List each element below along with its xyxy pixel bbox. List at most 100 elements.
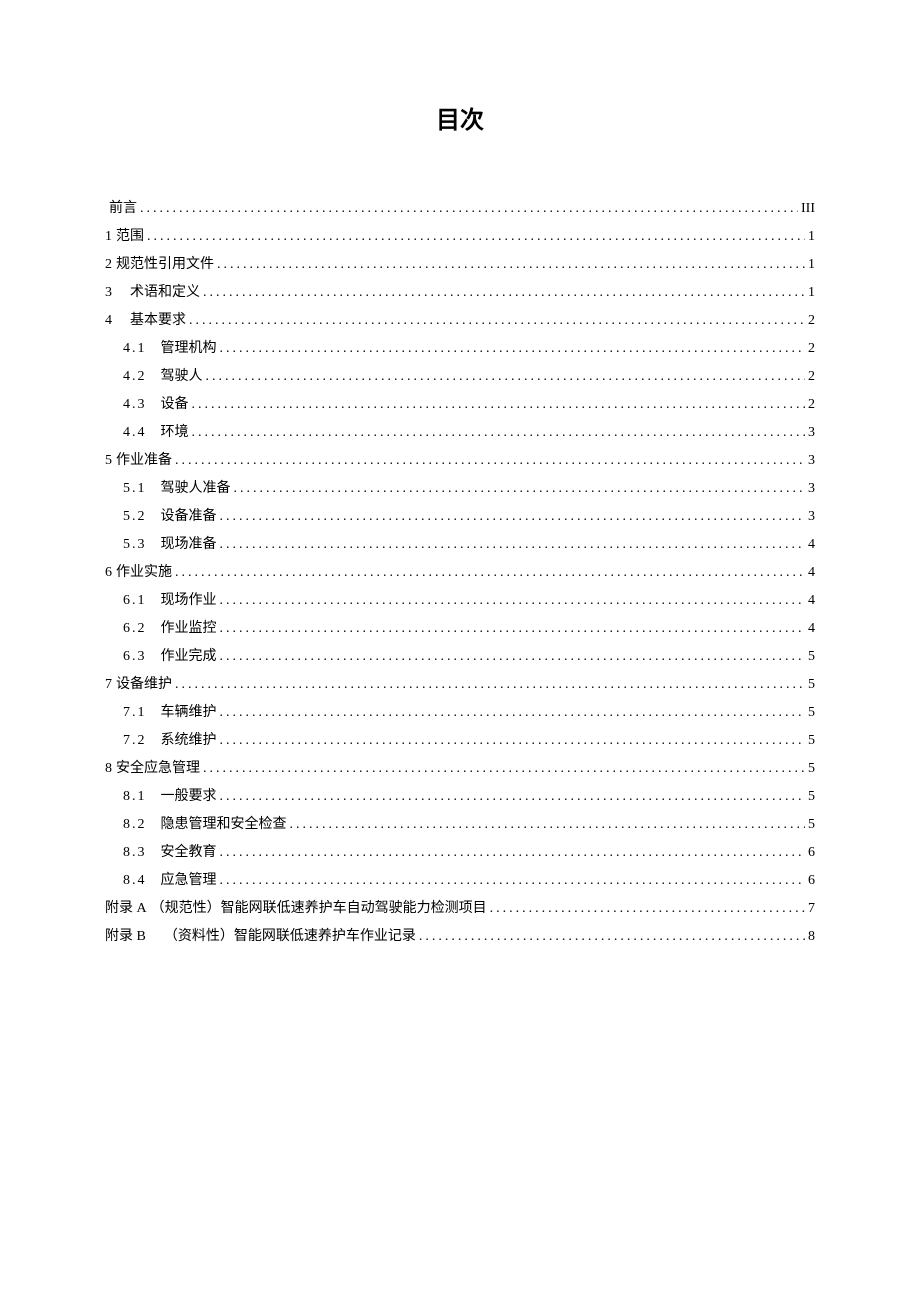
toc-entry-page: 5 — [808, 727, 815, 755]
toc-leader-dots — [220, 587, 806, 615]
toc-entry-number: 6.2 — [123, 615, 147, 643]
toc-entry-label: 作业准备 — [116, 447, 172, 475]
toc-leader-dots — [175, 671, 805, 699]
toc-entry-label: 安全教育 — [161, 839, 217, 867]
toc-entry-page: 6 — [808, 839, 815, 867]
toc-entry: 6.1现场作业4 — [105, 587, 815, 615]
toc-entry-number: 5.1 — [123, 475, 147, 503]
toc-leader-dots — [147, 223, 805, 251]
toc-entry-number: 8.3 — [123, 839, 147, 867]
toc-entry-number: 1 — [105, 223, 112, 251]
toc-entry-number: 4.2 — [123, 363, 147, 391]
toc-entry-page: 2 — [808, 391, 815, 419]
toc-entry-page: 2 — [808, 335, 815, 363]
table-of-contents: 前言III1范围12规范性引用文件13术语和定义14基本要求24.1管理机构24… — [105, 195, 815, 951]
toc-leader-dots — [206, 363, 806, 391]
toc-entry: 4.1 管理机构 2 — [105, 335, 815, 363]
toc-entry: 6.3作业完成5 — [105, 643, 815, 671]
toc-leader-dots — [220, 839, 806, 867]
toc-leader-dots — [189, 307, 805, 335]
toc-entry-label: 环境 — [161, 419, 189, 447]
toc-entry-label: 设备准备 — [161, 503, 217, 531]
toc-entry-label: 车辆维护 — [161, 699, 217, 727]
toc-entry: 2规范性引用文件1 — [105, 251, 815, 279]
toc-leader-dots — [220, 335, 806, 363]
toc-leader-dots — [220, 867, 806, 895]
toc-entry-label: 隐患管理和安全检查 — [161, 811, 287, 839]
toc-entry-label: 现场准备 — [161, 531, 217, 559]
toc-entry-label: 一般要求 — [161, 783, 217, 811]
toc-leader-dots — [220, 699, 806, 727]
toc-entry: 附录 A（规范性）智能网联低速养护车自动驾驶能力检测项目7 — [105, 895, 815, 923]
toc-entry-label: 设备维护 — [116, 671, 172, 699]
toc-entry-page: 1 — [808, 223, 815, 251]
toc-entry: 4基本要求2 — [105, 307, 815, 335]
toc-entry-number: 4.1 — [123, 335, 147, 363]
toc-entry: 前言 III — [105, 195, 815, 223]
toc-entry-page: 5 — [808, 783, 815, 811]
toc-entry-number: 8.4 — [123, 867, 147, 895]
toc-entry-number: 7 — [105, 671, 112, 699]
toc-entry: 7.2系统维护5 — [105, 727, 815, 755]
toc-entry: 4.4 环境 3 — [105, 419, 815, 447]
toc-entry-number: 8 — [105, 755, 112, 783]
toc-entry-number: 4 — [105, 307, 112, 335]
toc-entry-page: 3 — [808, 503, 815, 531]
toc-entry-label: 管理机构 — [161, 335, 217, 363]
toc-leader-dots — [192, 391, 806, 419]
toc-entry: 8.2隐患管理和安全检查5 — [105, 811, 815, 839]
toc-leader-dots — [220, 727, 806, 755]
toc-entry-number: 5.2 — [123, 503, 147, 531]
toc-entry-page: 5 — [808, 755, 815, 783]
toc-entry: 7.1 车辆维护 5 — [105, 699, 815, 727]
toc-entry-page: 3 — [808, 419, 815, 447]
toc-entry-number: 7.2 — [123, 727, 147, 755]
toc-entry: 3术语和定义1 — [105, 279, 815, 307]
toc-entry-page: 1 — [808, 251, 815, 279]
toc-entry-page: 4 — [808, 615, 815, 643]
toc-entry-page: 8 — [808, 923, 815, 951]
toc-entry-number: 4.3 — [123, 391, 147, 419]
toc-entry-label: 范围 — [116, 223, 144, 251]
toc-entry-page: III — [801, 195, 815, 223]
toc-entry-label: （规范性）智能网联低速养护车自动驾驶能力检测项目 — [151, 895, 487, 923]
toc-entry: 8.4 应急管理 6 — [105, 867, 815, 895]
toc-entry-page: 5 — [808, 643, 815, 671]
toc-entry-label: 安全应急管理 — [116, 755, 200, 783]
toc-leader-dots — [203, 279, 805, 307]
toc-entry: 7设备维护 5 — [105, 671, 815, 699]
toc-entry-page: 4 — [808, 559, 815, 587]
toc-entry-page: 2 — [808, 307, 815, 335]
toc-entry-number: 6.1 — [123, 587, 147, 615]
toc-entry-label: 术语和定义 — [130, 279, 200, 307]
toc-leader-dots — [175, 559, 805, 587]
toc-entry-number: 5.3 — [123, 531, 147, 559]
toc-entry-page: 7 — [808, 895, 815, 923]
toc-leader-dots — [490, 895, 805, 923]
toc-entry: 5作业准备3 — [105, 447, 815, 475]
toc-entry: 8.1一般要求5 — [105, 783, 815, 811]
toc-entry: 附录 B（资料性）智能网联低速养护车作业记录8 — [105, 923, 815, 951]
toc-entry-label: （资料性）智能网联低速养护车作业记录 — [164, 923, 416, 951]
toc-leader-dots — [220, 783, 806, 811]
page-title: 目次 — [105, 100, 815, 135]
toc-leader-dots — [220, 531, 806, 559]
toc-entry-label: 应急管理 — [161, 867, 217, 895]
toc-entry-label: 作业监控 — [161, 615, 217, 643]
toc-entry: 8安全应急管理 5 — [105, 755, 815, 783]
toc-entry-page: 6 — [808, 867, 815, 895]
toc-entry-number: 2 — [105, 251, 112, 279]
toc-entry: 4.2驾驶人2 — [105, 363, 815, 391]
toc-entry-label: 前言 — [109, 195, 137, 223]
toc-leader-dots — [220, 503, 806, 531]
toc-entry-number: 4.4 — [123, 419, 147, 447]
toc-entry-number: 6 — [105, 559, 112, 587]
toc-entry: 5.2 设备准备 3 — [105, 503, 815, 531]
toc-entry-page: 5 — [808, 671, 815, 699]
toc-entry-number: 7.1 — [123, 699, 147, 727]
toc-entry-page: 3 — [808, 447, 815, 475]
toc-leader-dots — [140, 195, 798, 223]
toc-entry: 6.2 作业监控 4 — [105, 615, 815, 643]
toc-entry-page: 5 — [808, 699, 815, 727]
toc-entry-label: 现场作业 — [161, 587, 217, 615]
